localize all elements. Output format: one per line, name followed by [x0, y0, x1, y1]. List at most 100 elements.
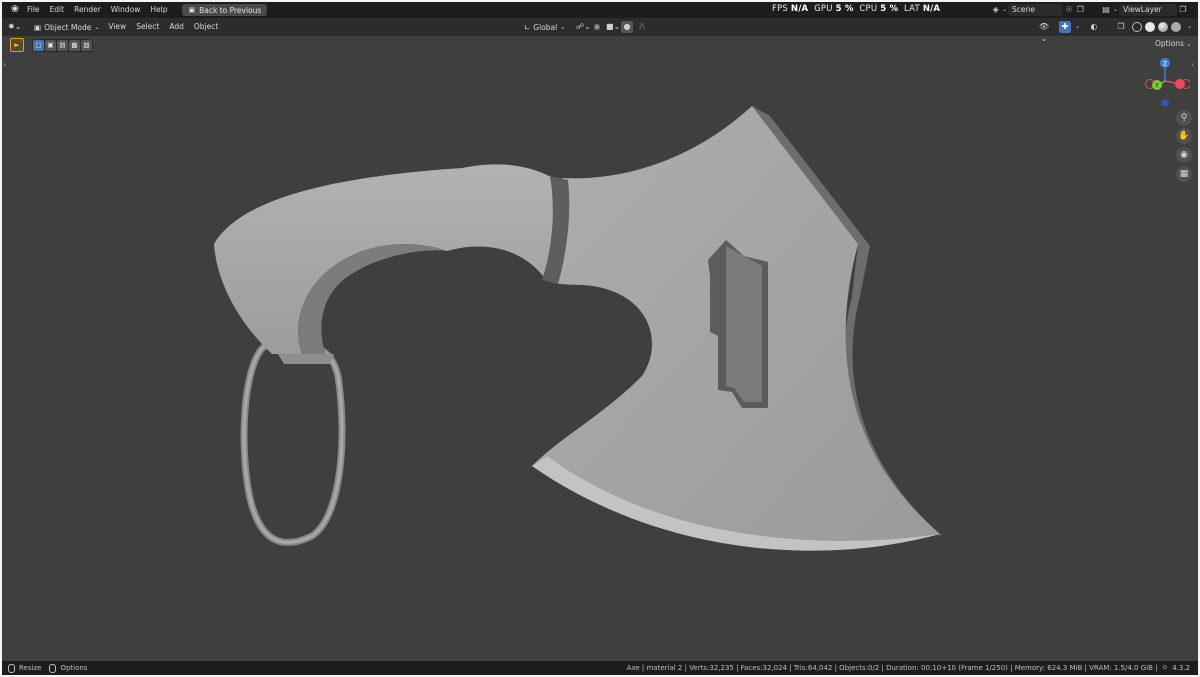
object-mode-icon: ▣	[34, 22, 42, 32]
tool-settings-row: ► □ ▣ ▤ ▩ ▧	[10, 38, 93, 52]
toolbar-expand-arrow-icon[interactable]: ›	[3, 60, 6, 69]
options-label: Options	[1155, 39, 1184, 48]
gpu-label: GPU	[814, 4, 833, 14]
blade-slot-inner	[726, 246, 762, 402]
select-subtract-icon[interactable]: ▤	[57, 39, 68, 51]
gizmo-y-label: Y	[1154, 83, 1159, 90]
gpu-value: 5 %	[835, 4, 854, 14]
menu-window[interactable]: Window	[106, 2, 146, 18]
falloff-icon[interactable]: Λ	[636, 21, 648, 33]
pivot-icon[interactable]: ☍⌄	[576, 21, 591, 33]
solid-shading-icon[interactable]	[1145, 22, 1155, 32]
status-bar: Resize Options Axe | material 2 | Verts:…	[2, 661, 1198, 675]
camera-view-icon[interactable]: ◉	[1176, 147, 1192, 163]
rendered-shading-icon[interactable]	[1171, 22, 1181, 32]
cpu-label: CPU	[859, 4, 878, 14]
select-tool-icon[interactable]: ►	[10, 38, 24, 52]
selection-mode-group: □ ▣ ▤ ▩ ▧	[32, 38, 93, 52]
rope-loop	[240, 340, 346, 546]
mode-label: Object Mode	[44, 22, 92, 32]
orientation-icon: ∟	[524, 22, 531, 32]
new-view-layer-icon[interactable]: ❐	[1177, 4, 1189, 16]
scene-name-field[interactable]: Scene	[1007, 4, 1064, 16]
snap-icon[interactable]: ■⌄	[606, 21, 620, 33]
viewport-header: ✸⌄ ▣ Object Mode ⌄ View Select Add Objec…	[2, 18, 1198, 43]
perspective-grid-icon[interactable]: ▦	[1176, 166, 1192, 182]
menu-render[interactable]: Render	[69, 2, 106, 18]
menu-view[interactable]: View	[103, 18, 131, 36]
transform-orientation-selector[interactable]: ∟ Global ⌄	[524, 21, 565, 33]
chevron-down-icon: ⌄	[560, 23, 566, 31]
shading-modes	[1130, 21, 1183, 33]
chevron-down-icon: ⌄	[1002, 6, 1008, 13]
menu-object[interactable]: Object	[189, 18, 223, 36]
viewport-display-tools: 👁⌄ ✚ ⌄ ◐ ❐ ⌄	[1038, 21, 1193, 43]
select-new-icon[interactable]: □	[33, 39, 44, 51]
fps-value: N/A	[790, 4, 809, 14]
back-to-previous-button[interactable]: ▣ Back to Previous	[182, 4, 268, 16]
lat-label: LAT	[904, 4, 920, 14]
menu-help[interactable]: Help	[145, 2, 172, 18]
status-hints: Resize Options	[8, 663, 88, 673]
snapping-tools: ☍⌄ ◉ ■⌄ ● Λ	[576, 21, 648, 33]
menu-edit[interactable]: Edit	[45, 2, 70, 18]
handle-binding	[278, 354, 334, 364]
new-scene-icon[interactable]: ❐	[1075, 4, 1086, 16]
options-hint: Options	[60, 664, 88, 672]
mouse-left-icon	[8, 663, 15, 673]
axe-handle	[214, 164, 561, 354]
snap-toggle-icon[interactable]: ●	[621, 21, 633, 33]
chevron-down-icon[interactable]: ⌄	[1074, 21, 1081, 33]
fps-label: FPS	[772, 4, 789, 14]
proportional-editing-icon[interactable]: ◉	[591, 21, 603, 33]
wireframe-shading-icon[interactable]	[1132, 22, 1142, 32]
blender-window: ❀ File Edit Render Window Help ▣ Back to…	[2, 2, 1198, 675]
orientation-label: Global	[533, 22, 558, 32]
chevron-down-icon: ⌄	[1186, 41, 1192, 48]
select-difference-icon[interactable]: ▩	[69, 39, 80, 51]
view-layer-selector[interactable]: ▤ ⌄ ViewLayer ❐	[1100, 4, 1192, 16]
pan-hand-icon[interactable]: ✋	[1176, 128, 1192, 144]
options-dropdown[interactable]: Options ⌄	[1152, 38, 1194, 50]
gizmo-neg-z-axis[interactable]	[1161, 99, 1169, 106]
performance-stats: FPS N/A GPU 5 % CPU 5 % LAT N/A	[772, 2, 940, 16]
top-menu-bar: ❀ File Edit Render Window Help ▣ Back to…	[2, 2, 1198, 18]
pin-icon[interactable]: ☉	[1063, 4, 1074, 16]
version-text: 4.3.2	[1172, 664, 1190, 672]
mouse-right-icon	[49, 663, 57, 673]
scene-statistics: Axe | material 2 | Verts:32,235 | Faces:…	[627, 661, 1190, 675]
navigation-gizmo[interactable]: Z Y	[1140, 56, 1190, 106]
menu-add[interactable]: Add	[164, 18, 189, 36]
screen-icon: ▣	[188, 6, 196, 14]
editor-type-icon[interactable]: ✸⌄	[8, 21, 26, 33]
xray-icon[interactable]: ❐	[1115, 21, 1127, 33]
view-layer-icon: ▤	[1102, 5, 1110, 14]
gizmo-z-label: Z	[1163, 61, 1167, 68]
cpu-value: 5 %	[880, 4, 899, 14]
chevron-down-icon: ⌄	[94, 23, 100, 31]
resize-hint: Resize	[19, 664, 42, 672]
overlays-icon[interactable]: ◐	[1088, 21, 1100, 33]
lat-value: N/A	[922, 4, 941, 14]
axe-model	[214, 106, 942, 551]
material-shading-icon[interactable]	[1158, 22, 1168, 32]
visibility-icon[interactable]: 👁⌄	[1038, 21, 1050, 43]
globe-icon: ⚪	[1161, 663, 1169, 672]
menu-file[interactable]: File	[22, 2, 45, 18]
sidebar-expand-arrow-icon[interactable]: ‹	[1191, 60, 1194, 69]
scene-icon: ◈	[992, 5, 999, 14]
scene-info-text: Axe | material 2 | Verts:32,235 | Faces:…	[626, 664, 1158, 672]
chevron-down-icon: ⌄	[1112, 6, 1119, 13]
blender-logo-icon[interactable]: ❀	[8, 3, 22, 17]
select-intersect-icon[interactable]: ▧	[81, 39, 92, 51]
mode-selector[interactable]: ▣ Object Mode ⌄	[30, 21, 103, 33]
scene-selector[interactable]: ◈ ⌄ Scene ☉ ❐	[990, 4, 1086, 16]
back-to-previous-label: Back to Previous	[199, 5, 262, 15]
chevron-down-icon[interactable]: ⌄	[1186, 21, 1193, 33]
zoom-icon[interactable]: ⚲	[1176, 110, 1192, 126]
3d-viewport[interactable]: Z Y ⚲ ✋ ◉ ▦	[2, 36, 1198, 661]
gizmo-toggle-icon[interactable]: ✚	[1059, 21, 1071, 33]
view-layer-name-field[interactable]: ViewLayer	[1119, 4, 1177, 16]
select-extend-icon[interactable]: ▣	[45, 39, 56, 51]
menu-select[interactable]: Select	[131, 18, 164, 36]
